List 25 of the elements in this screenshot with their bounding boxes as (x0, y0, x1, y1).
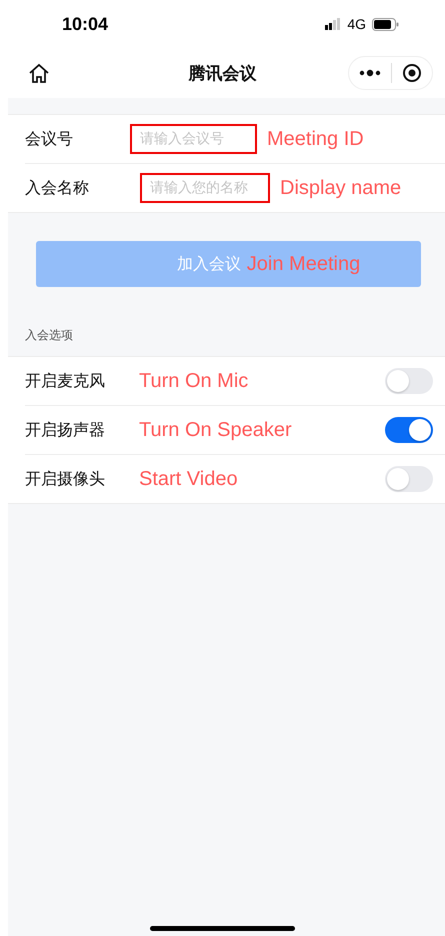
more-icon[interactable] (359, 69, 381, 77)
annotation-label: Join Meeting (246, 252, 360, 276)
option-label: 开启扬声器 (25, 420, 106, 440)
annotation-label: Meeting ID (267, 128, 364, 150)
home-icon[interactable] (28, 62, 50, 84)
close-target-icon[interactable] (402, 63, 422, 83)
network-label: 4G (347, 16, 366, 32)
page-title: 腾讯会议 (188, 62, 256, 84)
signal-icon (325, 18, 342, 30)
toggle-switch[interactable] (385, 417, 433, 443)
field-label: 入会名称 (25, 178, 90, 198)
option-label: 开启摄像头 (25, 468, 106, 490)
annotation-label: Start Video (139, 468, 238, 490)
field-label: 会议号 (25, 128, 74, 150)
annotation-label: Display name (280, 176, 402, 200)
input-field[interactable]: 请输入会议号 (130, 124, 257, 154)
annotation-label: Turn On Mic (139, 370, 248, 392)
option-label: 开启麦克风 (25, 370, 106, 392)
section-label: 入会选项 (25, 327, 74, 344)
input-field[interactable]: 请输入您的名称 (140, 173, 270, 203)
toggle-switch[interactable] (385, 466, 433, 492)
battery-icon (372, 18, 399, 30)
annotation-label: Turn On Speaker (139, 418, 292, 442)
toggle-switch[interactable] (385, 368, 433, 394)
status-time: 10:04 (62, 14, 108, 34)
